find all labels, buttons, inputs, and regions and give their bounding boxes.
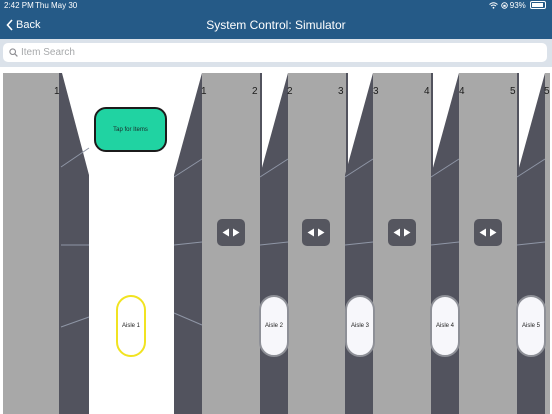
aisle-4-right-number: 4 <box>424 86 430 97</box>
left-right-arrows-icon <box>307 228 325 237</box>
aisle-3-label: Aisle 3 <box>350 323 369 329</box>
aisle-1-button[interactable]: Aisle 1 <box>116 295 146 357</box>
search-box[interactable] <box>3 43 547 62</box>
aisle-1-label: Aisle 1 <box>121 323 140 329</box>
search-bar <box>0 39 552 67</box>
aisle-2-left-number: 2 <box>287 86 293 97</box>
aisle-1-right-number: 1 <box>54 86 60 97</box>
status-date: Thu May 30 <box>35 1 78 10</box>
aisle-4-label: Aisle 4 <box>435 323 454 329</box>
page-title: System Control: Simulator <box>206 18 346 32</box>
aisle-5-button[interactable]: Aisle 5 <box>516 295 546 357</box>
aisle-3-left-number: 3 <box>373 86 379 97</box>
aisle-5-left-number: 5 <box>544 86 550 97</box>
aisle-5-right-number: 5 <box>510 86 516 97</box>
aisle-1-left-number: 1 <box>201 86 207 97</box>
simulator-racks: 1 1 2 2 3 3 4 4 5 5 <box>3 73 550 414</box>
aisle-4-shift-button[interactable] <box>388 219 416 246</box>
aisle-5-label: Aisle 5 <box>521 323 540 329</box>
status-bar: 2:42 PM Thu May 30 93% <box>0 0 552 11</box>
wifi-icon <box>489 2 499 9</box>
aisle-5-shift-button[interactable] <box>474 219 502 246</box>
aisle-2-label: Aisle 2 <box>264 323 283 329</box>
status-time: 2:42 PM <box>4 1 34 10</box>
battery-icon <box>530 1 546 9</box>
aisle-4-left-number: 4 <box>459 86 465 97</box>
simulator-canvas: 1 1 2 2 3 3 4 4 5 5 Tap for Items Aisle … <box>0 67 552 414</box>
battery-percent: 93% <box>509 1 526 10</box>
aisle-3-shift-button[interactable] <box>302 219 330 246</box>
status-right: 93% <box>489 1 546 10</box>
nav-bar: Back System Control: Simulator <box>0 11 552 39</box>
rack-unit-6 <box>516 73 550 414</box>
aisle-3-button[interactable]: Aisle 3 <box>345 295 375 357</box>
search-input[interactable] <box>21 47 521 58</box>
search-icon <box>9 48 18 57</box>
aisle-4-button[interactable]: Aisle 4 <box>430 295 460 357</box>
battery-level <box>532 3 544 7</box>
left-right-arrows-icon <box>479 228 497 237</box>
aisle-2-right-number: 2 <box>252 86 258 97</box>
rack-1 <box>3 73 90 414</box>
left-right-arrows-icon <box>222 228 240 237</box>
aisle-2-shift-button[interactable] <box>217 219 245 246</box>
aisle-3-right-number: 3 <box>338 86 344 97</box>
left-right-arrows-icon <box>393 228 411 237</box>
tap-for-items-button[interactable]: Tap for Items <box>94 107 167 152</box>
aisle-2-button[interactable]: Aisle 2 <box>259 295 289 357</box>
orientation-lock-icon <box>500 2 508 9</box>
